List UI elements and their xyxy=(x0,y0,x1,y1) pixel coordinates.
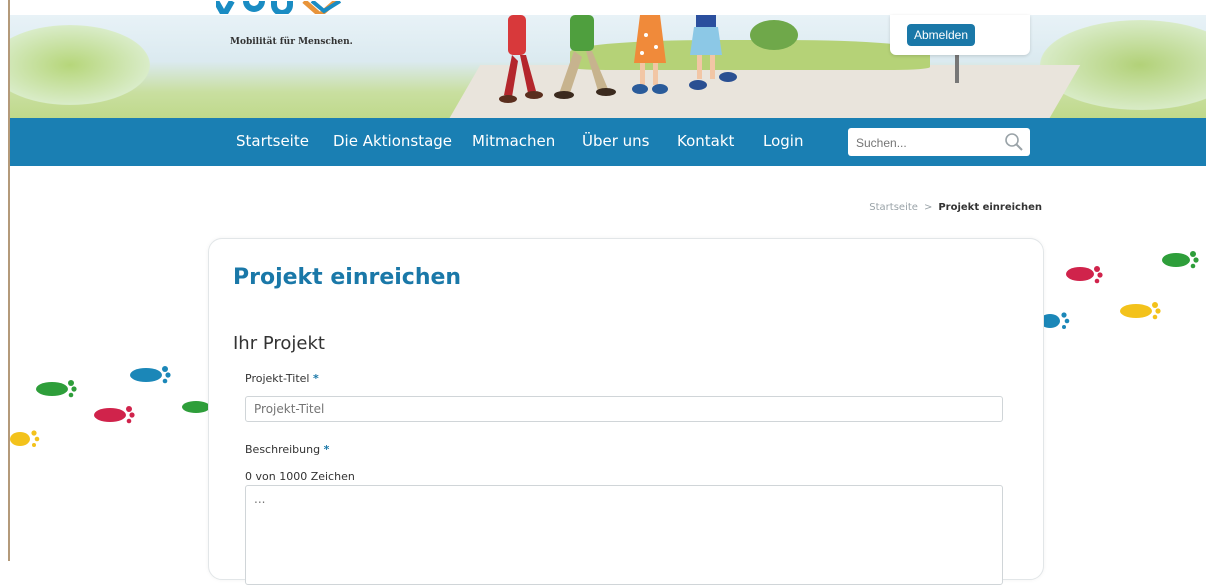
logo-tagline: Mobilität für Menschen. xyxy=(230,37,353,47)
nav-item-ueber-uns[interactable]: Über uns xyxy=(582,132,650,150)
character-counter: 0 von 1000 Zeichen xyxy=(245,470,355,483)
footprint-icon xyxy=(10,430,40,447)
section-title: Ihr Projekt xyxy=(233,333,325,354)
search-icon[interactable] xyxy=(1004,132,1024,152)
banner-signpost-illustration xyxy=(955,55,959,83)
footprint-icon xyxy=(182,401,210,413)
banner-foliage-left xyxy=(10,25,150,105)
search-input[interactable] xyxy=(854,133,998,153)
footprint-icon xyxy=(1162,251,1199,269)
description-textarea[interactable] xyxy=(245,485,1003,585)
logout-button[interactable]: Abmelden xyxy=(907,24,975,46)
footprint-icon xyxy=(130,366,171,384)
footprint-icon xyxy=(1120,302,1161,320)
nav-item-kontakt[interactable]: Kontakt xyxy=(677,132,734,150)
children-walking-illustration xyxy=(499,15,737,103)
main-navigation: Startseite Die Aktionstage Mitmachen Übe… xyxy=(10,118,1206,166)
nav-item-aktionstage[interactable]: Die Aktionstage xyxy=(333,132,452,150)
user-menu-popup: Abmelden xyxy=(890,15,1030,55)
page-title: Projekt einreichen xyxy=(233,265,462,290)
nav-item-startseite[interactable]: Startseite xyxy=(236,132,309,150)
breadcrumb: Startseite > Projekt einreichen xyxy=(869,202,1042,213)
project-title-label-text: Projekt-Titel xyxy=(245,372,310,385)
top-strip xyxy=(10,0,1206,15)
breadcrumb-home[interactable]: Startseite xyxy=(869,202,918,213)
project-title-label: Projekt-Titel * xyxy=(245,372,319,385)
project-title-input[interactable] xyxy=(245,396,1003,422)
project-form-card: Projekt einreichen Ihr Projekt Projekt-T… xyxy=(208,238,1044,585)
footprint-icon xyxy=(1066,266,1103,284)
required-marker: * xyxy=(323,443,330,456)
footprint-icon xyxy=(36,380,77,398)
breadcrumb-separator: > xyxy=(923,202,933,213)
logo[interactable] xyxy=(216,0,356,14)
breadcrumb-current: Projekt einreichen xyxy=(938,202,1042,213)
description-label: Beschreibung * xyxy=(245,443,329,456)
footprint-icon xyxy=(94,406,135,424)
required-marker: * xyxy=(313,372,319,385)
search-box xyxy=(848,128,1030,156)
nav-item-mitmachen[interactable]: Mitmachen xyxy=(472,132,555,150)
footprint-icon xyxy=(1040,312,1070,329)
nav-item-login[interactable]: Login xyxy=(763,132,803,150)
description-label-text: Beschreibung xyxy=(245,443,321,456)
